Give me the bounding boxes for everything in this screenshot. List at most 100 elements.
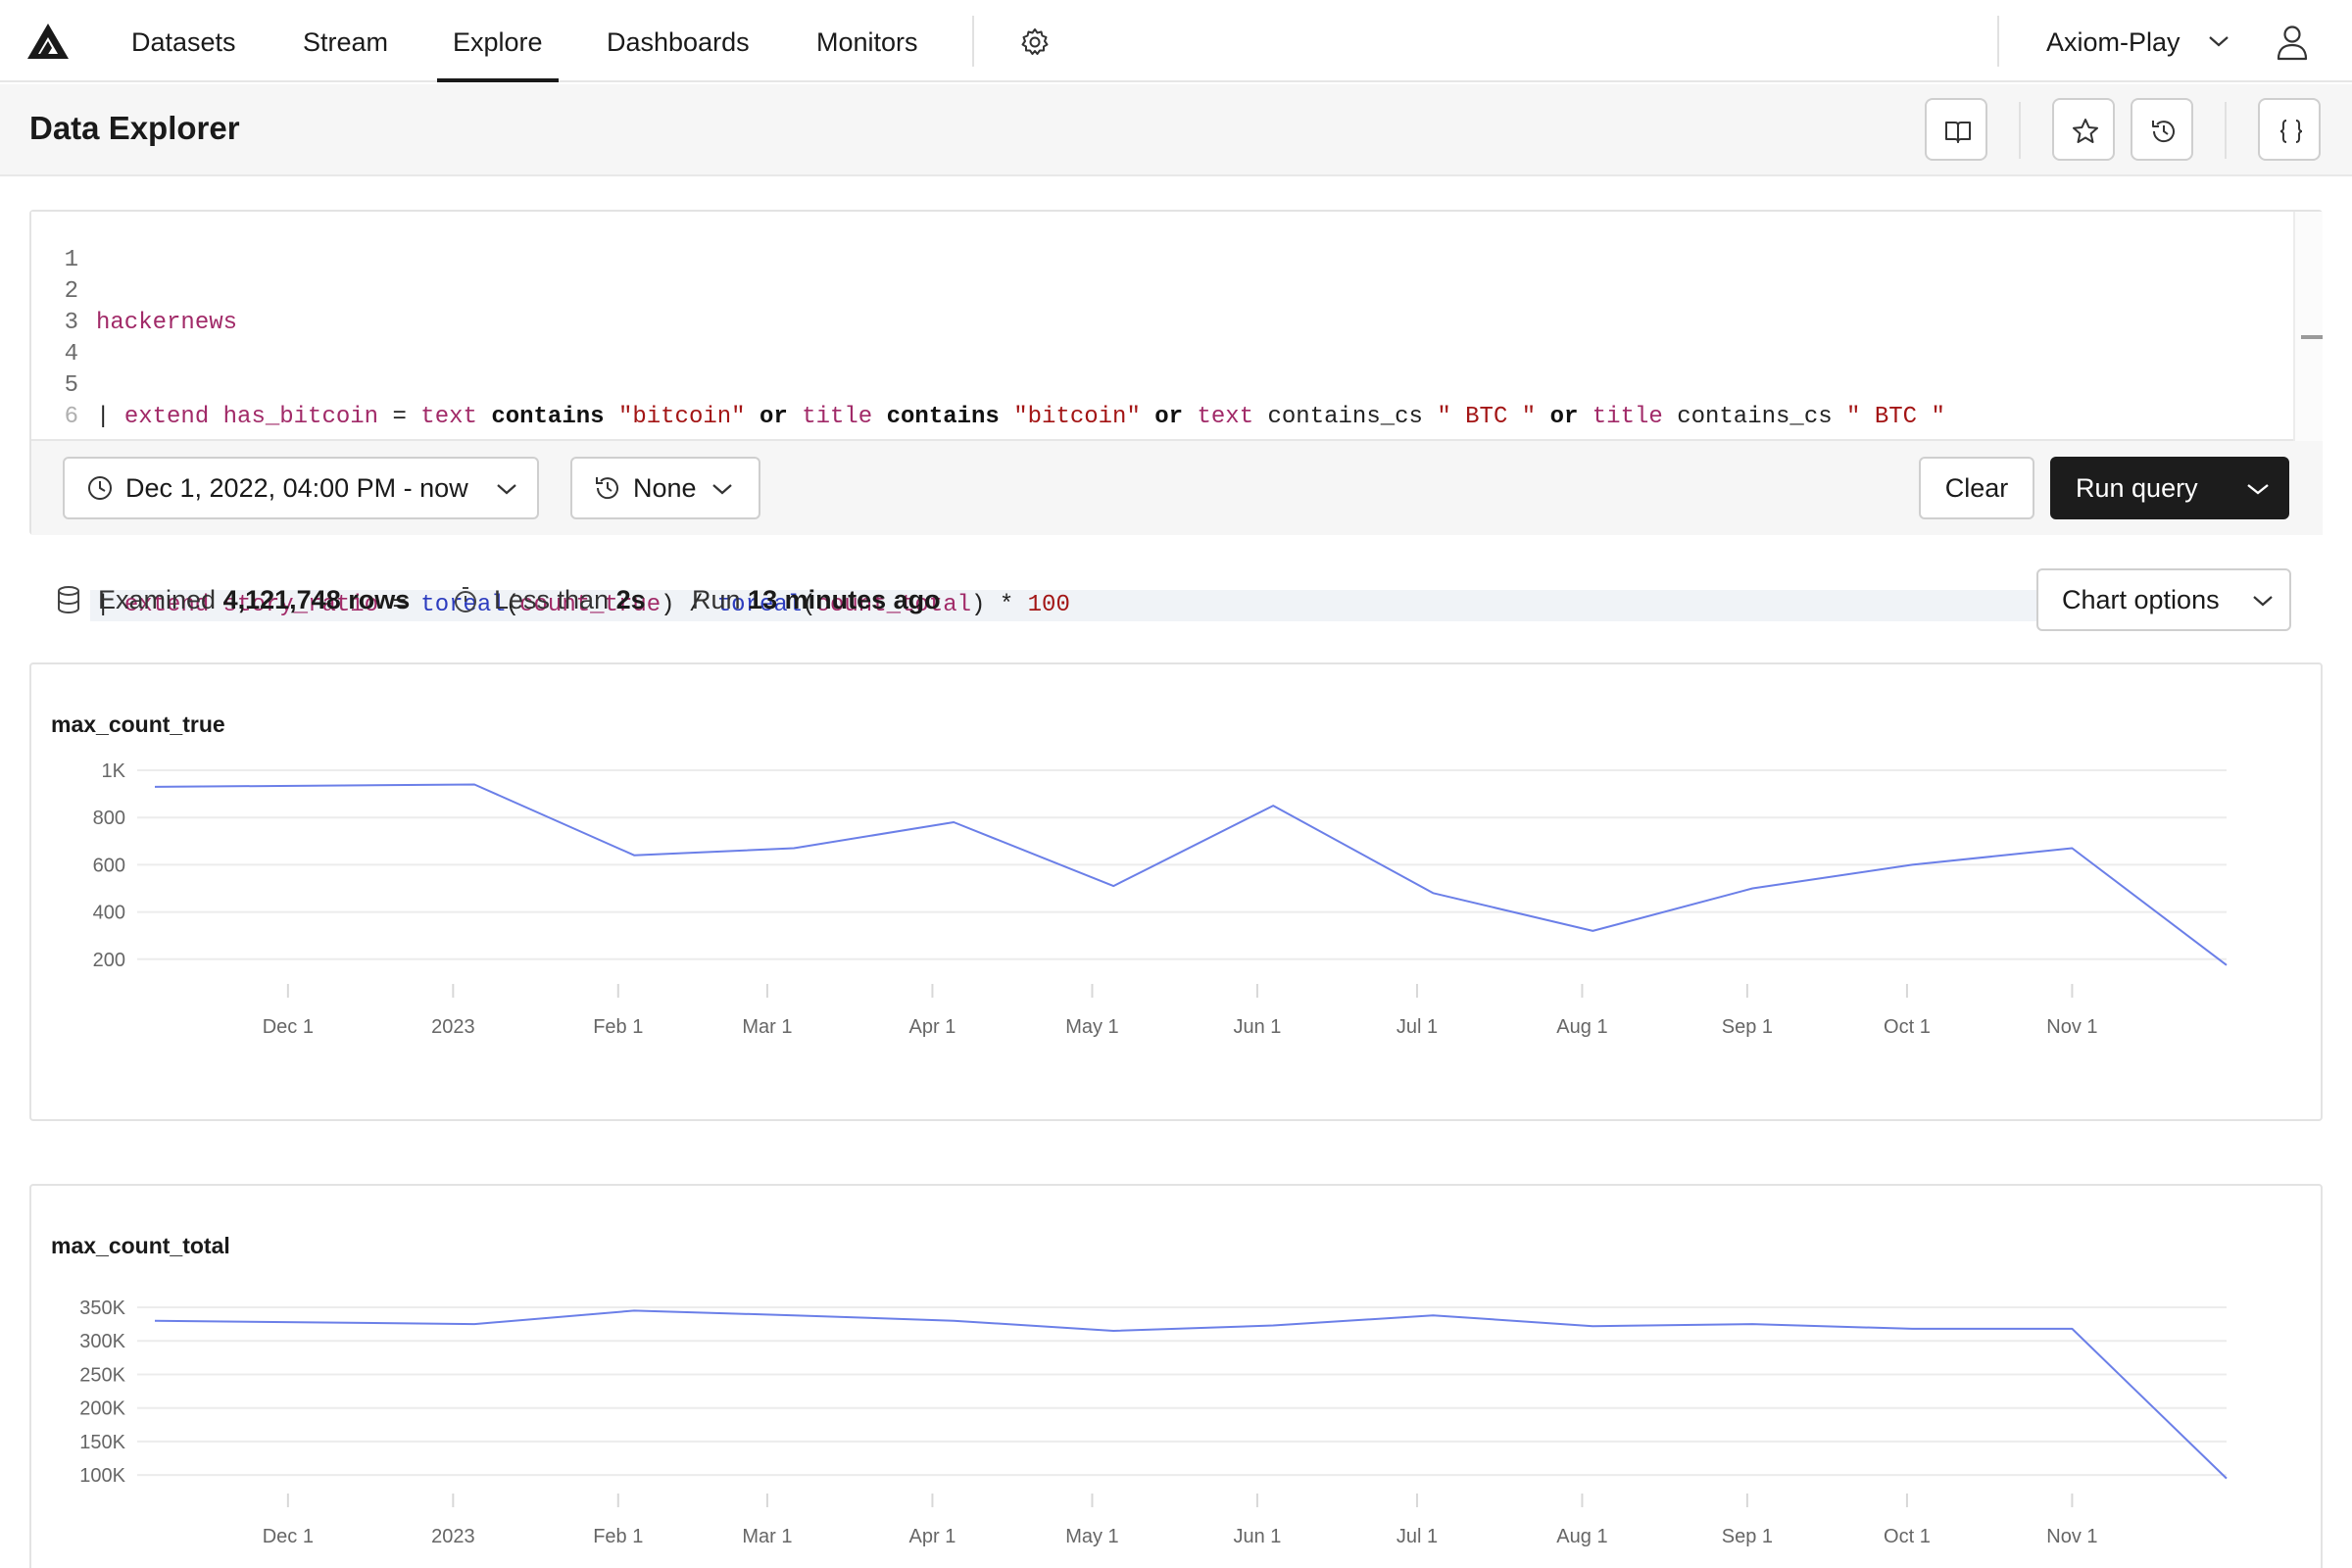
data-point[interactable] [1746, 1318, 1758, 1330]
line-chart[interactable]: 100K 150K 200K 250K 300K 350K Dec 1 2023 Feb 1 Ma… [31, 1186, 2323, 1568]
query-json-button[interactable] [2258, 98, 2321, 161]
x-tick-label: Apr 1 [909, 1016, 956, 1038]
data-point[interactable] [1906, 1323, 1918, 1335]
chart-options-button[interactable]: Chart options [2036, 568, 2291, 631]
x-tick-label: Sep 1 [1722, 1016, 1773, 1038]
compare-label: None [633, 473, 697, 503]
y-tick-label: 1K [102, 760, 126, 782]
data-point[interactable] [788, 843, 800, 855]
data-point[interactable] [2066, 843, 2078, 855]
data-point[interactable] [948, 816, 959, 828]
series-line[interactable] [154, 1309, 2228, 1480]
star-button[interactable] [2052, 98, 2115, 161]
line-numbers: 1 2 3 4 5 6 [31, 245, 78, 433]
data-point[interactable] [1267, 1319, 1279, 1331]
x-tick-label: Jul 1 [1396, 1016, 1438, 1038]
x-tick-label: Dec 1 [263, 1016, 314, 1038]
data-point[interactable] [1746, 882, 1758, 894]
gear-icon[interactable] [1019, 26, 1051, 58]
data-point[interactable] [2221, 1473, 2232, 1485]
run-query-button[interactable]: Run query [2050, 457, 2289, 519]
x-tick-label: Oct 1 [1884, 1016, 1931, 1038]
data-point[interactable] [1906, 858, 1918, 870]
nav-monitors[interactable]: Monitors [816, 0, 918, 82]
data-point[interactable] [2066, 1323, 2078, 1335]
x-tick-label: Jul 1 [1396, 1526, 1438, 1547]
chevron-down-icon[interactable] [2246, 482, 2270, 496]
query-controls: Dec 1, 2022, 04:00 PM - now None Clear R… [31, 441, 2323, 535]
x-tick-label: Nov 1 [2046, 1016, 2097, 1038]
line-number: 4 [64, 341, 78, 368]
nav-explore[interactable]: Explore [437, 0, 559, 82]
compare-picker[interactable]: None [570, 457, 760, 519]
line-number: 1 [64, 247, 78, 273]
examined-stat: Examined 4,121,748 rows [57, 576, 410, 623]
line-number: 6 [64, 404, 78, 430]
x-tick-label: May 1 [1065, 1526, 1118, 1547]
x-tick-label: Apr 1 [909, 1526, 956, 1547]
chart-options-label: Chart options [2062, 585, 2220, 614]
docs-button[interactable] [1925, 98, 1987, 161]
data-point[interactable] [1107, 880, 1119, 892]
chevron-down-icon [2253, 596, 2273, 607]
duration-value: 2s [615, 585, 646, 614]
data-point[interactable] [1427, 1309, 1439, 1321]
braces-icon [2279, 120, 2303, 143]
nav-divider [972, 16, 974, 67]
nav-stream[interactable]: Stream [303, 0, 388, 82]
nav-dashboards[interactable]: Dashboards [607, 0, 750, 82]
x-tick-label: Feb 1 [593, 1526, 643, 1547]
run-prefix: Run [692, 585, 741, 614]
chevron-down-icon [712, 484, 732, 495]
history-button[interactable] [2131, 98, 2193, 161]
axiom-logo-icon[interactable] [25, 22, 71, 61]
chart-card-max-count-true: max_count_true 200 400 600 800 1K Dec 1 2023 Fe… [29, 662, 2323, 1121]
editor-scrollbar[interactable] [2293, 212, 2323, 441]
y-tick-label: 200 [93, 950, 125, 971]
y-tick-label: 600 [93, 855, 125, 876]
user-icon[interactable] [2276, 24, 2309, 61]
y-tick-label: 200K [79, 1398, 125, 1420]
x-tick-label: Nov 1 [2046, 1526, 2097, 1547]
data-point[interactable] [1267, 800, 1279, 811]
data-point[interactable] [948, 1315, 959, 1327]
duration-stat: Less than 2s [453, 576, 646, 623]
data-point[interactable] [2221, 959, 2232, 971]
data-point[interactable] [788, 1309, 800, 1321]
header-divider-2 [2225, 102, 2227, 159]
clear-button[interactable]: Clear [1919, 457, 2034, 519]
data-point[interactable] [628, 1304, 640, 1316]
org-switcher[interactable]: Axiom-Play [2046, 0, 2180, 82]
header-divider [2019, 102, 2021, 159]
run-value: 13 minutes ago [748, 585, 941, 614]
line-chart[interactable]: 200 400 600 800 1K Dec 1 2023 Feb 1 Mar 1 Apr 1 Ma… [31, 664, 2323, 1121]
data-point[interactable] [468, 1318, 480, 1330]
y-tick-label: 400 [93, 903, 125, 924]
x-tick-label: Jun 1 [1233, 1526, 1281, 1547]
time-range-picker[interactable]: Dec 1, 2022, 04:00 PM - now [63, 457, 539, 519]
data-point[interactable] [149, 1315, 161, 1327]
y-tick-label: 100K [79, 1465, 125, 1487]
x-tick-label: Oct 1 [1884, 1526, 1931, 1547]
data-point[interactable] [1587, 925, 1598, 937]
data-point[interactable] [1107, 1325, 1119, 1337]
database-icon [58, 586, 79, 613]
query-editor-card: 1 2 3 4 5 6 hackernews | extend has_bitc… [29, 210, 2323, 712]
series-line[interactable] [154, 783, 2228, 966]
nav-datasets[interactable]: Datasets [131, 0, 236, 82]
line-number: 2 [64, 278, 78, 305]
data-point[interactable] [468, 778, 480, 790]
x-tick-label: May 1 [1065, 1016, 1118, 1038]
y-tick-label: 350K [79, 1298, 125, 1319]
chevron-down-icon[interactable] [2207, 33, 2230, 49]
data-point[interactable] [628, 850, 640, 861]
data-point[interactable] [149, 781, 161, 793]
data-point[interactable] [1427, 887, 1439, 899]
scroll-marker [2301, 335, 2323, 339]
x-tick-label: Dec 1 [263, 1526, 314, 1547]
star-icon [2073, 119, 2098, 143]
data-point[interactable] [1587, 1320, 1598, 1332]
line-number: 5 [64, 372, 78, 399]
query-editor[interactable]: 1 2 3 4 5 6 hackernews | extend has_bitc… [31, 212, 2293, 712]
x-tick-label: Mar 1 [742, 1016, 792, 1038]
